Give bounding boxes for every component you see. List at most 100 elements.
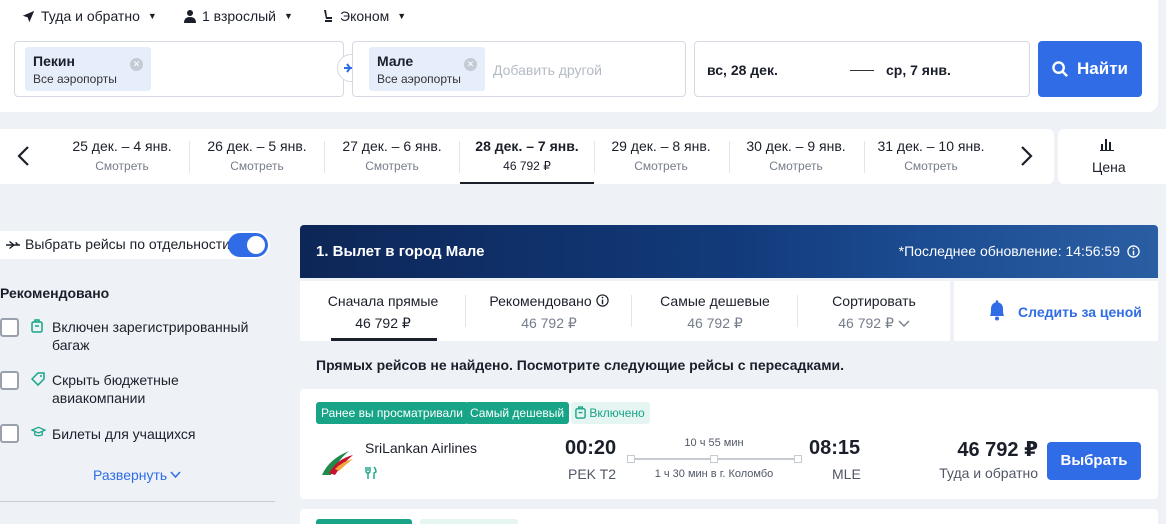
chevron-down-icon [170, 471, 181, 479]
date-sub: Смотреть [230, 159, 284, 173]
sort-dropdown[interactable]: Сортировать 46 792 ₽ [798, 281, 950, 341]
person-icon [184, 10, 196, 23]
passengers-dropdown[interactable]: 1 взрослый ▼ [184, 8, 293, 24]
date-option[interactable]: 25 дек. – 4 янв. Смотреть [55, 129, 189, 184]
date-option[interactable]: 27 дек. – 6 янв. Смотреть [325, 129, 459, 184]
date-sub: Смотреть [769, 159, 823, 173]
dates-field[interactable]: вс, 28 дек. ср, 7 янв. [694, 41, 1030, 97]
origin-field[interactable]: Пекин Все аэропорты ✕ [14, 41, 344, 97]
filters-sidebar: Выбрать рейсы по отдельности Рекомендова… [0, 222, 280, 522]
sort-tab-price: 46 792 ₽ [838, 315, 894, 331]
date-sub: Смотреть [904, 159, 958, 173]
chevron-down-icon [898, 320, 910, 327]
search-icon [1052, 60, 1068, 77]
date-sub: Смотреть [95, 159, 149, 173]
graduation-cap-icon [31, 426, 46, 437]
destination-field[interactable]: Мале Все аэропорты ✕ Добавить другой [352, 41, 686, 97]
chevron-down-icon: ▼ [284, 11, 293, 21]
chevron-down-icon: ▼ [397, 11, 407, 21]
filter-checked-baggage[interactable]: Включен зарегистрированный багаж [52, 318, 248, 354]
date-range: 25 дек. – 4 янв. [72, 138, 172, 154]
cabin-dropdown[interactable]: Эконом ▼ [322, 8, 406, 24]
separate-flights-row: Выбрать рейсы по отдельности [0, 231, 270, 259]
filter-students[interactable]: Билеты для учащихся [52, 425, 196, 443]
trip-type-dropdown[interactable]: Туда и обратно ▼ [22, 8, 157, 24]
sort-tab-direct-first[interactable]: Сначала прямые 46 792 ₽ [300, 281, 466, 341]
filter-label: Скрыть бюджетные [52, 372, 179, 388]
return-date[interactable]: ср, 7 янв. [886, 62, 951, 78]
destination-airports: Все аэропорты [377, 72, 461, 86]
meal-icon [365, 466, 377, 479]
origin-chip[interactable]: Пекин Все аэропорты ✕ [25, 47, 151, 91]
tag-included: Включено [571, 402, 650, 424]
tag-cheapest: Самый дешевый [465, 402, 570, 424]
price-chart-button[interactable]: Цена [1058, 129, 1166, 184]
filter-label: Включен зарегистрированный [52, 319, 249, 335]
info-icon[interactable] [1127, 245, 1140, 258]
remove-origin-icon[interactable]: ✕ [130, 58, 143, 71]
passengers-label: 1 взрослый [202, 8, 276, 24]
next-flight-card[interactable] [300, 509, 1158, 524]
add-another-input[interactable]: Добавить другой [493, 62, 602, 78]
date-option[interactable]: 31 дек. – 10 янв. Смотреть [864, 129, 998, 184]
find-button[interactable]: Найти [1038, 41, 1142, 97]
flight-price: 46 792 ₽ [957, 439, 1038, 461]
plane-icon [6, 240, 20, 250]
date-option[interactable]: 29 дек. – 8 янв. Смотреть [594, 129, 728, 184]
bar-chart-icon [1100, 139, 1114, 151]
checkbox-students[interactable] [0, 424, 19, 443]
srilankan-logo-icon [322, 451, 353, 475]
price-alert-button[interactable]: Следить за ценой [954, 281, 1158, 341]
sort-tab-label-row: Рекомендовано [466, 293, 632, 309]
date-range: 27 дек. – 6 янв. [342, 138, 442, 154]
depart-airport: PEK T2 [568, 466, 616, 482]
sort-tab-cheapest[interactable]: Самые дешевые 46 792 ₽ [632, 281, 798, 341]
date-option[interactable]: 26 дек. – 5 янв. Смотреть [190, 129, 324, 184]
destination-chip[interactable]: Мале Все аэропорты ✕ [369, 47, 485, 91]
trip-type-label: Туда и обратно [41, 8, 140, 24]
sort-tab-recommended[interactable]: Рекомендовано 46 792 ₽ [466, 281, 632, 341]
bell-icon [990, 300, 1004, 321]
checkbox-checked-baggage[interactable] [0, 318, 19, 337]
seat-icon [324, 10, 332, 22]
search-options: Туда и обратно ▼ 1 взрослый ▼ Эконом ▼ [22, 8, 422, 26]
date-sub: Смотреть [365, 159, 419, 173]
date-sub: Смотреть [634, 159, 688, 173]
info-icon[interactable] [595, 294, 609, 307]
flight-card[interactable]: Ранее вы просматривали Самый дешевый Вкл… [300, 389, 1158, 499]
checkbox-hide-budget[interactable] [0, 371, 19, 390]
origin-airports: Все аэропорты [33, 72, 117, 86]
toggle-knob [247, 236, 265, 254]
expand-filters-link[interactable]: Развернуть [93, 467, 181, 483]
date-strip: 25 дек. – 4 янв. Смотреть 26 дек. – 5 янв… [0, 129, 1054, 184]
select-label: Выбрать [1060, 452, 1128, 469]
sort-tab-label: Рекомендовано [489, 293, 592, 309]
section-title: 1. Вылет в город Мале [316, 243, 485, 260]
depart-time: 00:20 [565, 437, 617, 459]
remove-destination-icon[interactable]: ✕ [464, 58, 477, 71]
divider [0, 501, 275, 502]
sort-tab-price: 46 792 ₽ [355, 315, 411, 331]
luggage-icon [31, 319, 43, 333]
no-direct-message: Прямых рейсов не найдено. Посмотрите сле… [316, 357, 845, 373]
date-option[interactable]: 30 дек. – 9 янв. Смотреть [729, 129, 863, 184]
find-label: Найти [1077, 59, 1128, 78]
date-next-button[interactable] [1018, 145, 1034, 170]
date-price: 46 792 ₽ [503, 159, 551, 173]
date-range: 29 дек. – 8 янв. [611, 138, 711, 154]
tag-included-label: Включено [589, 406, 645, 420]
destination-city: Мале [377, 53, 414, 69]
select-flight-button[interactable]: Выбрать [1047, 442, 1141, 480]
filter-hide-budget[interactable]: Скрыть бюджетные авиакомпании [52, 371, 179, 407]
tag-previously-viewed: Ранее вы просматривали [316, 402, 468, 424]
chevron-left-icon [17, 146, 29, 166]
sort-tab-label: Самые дешевые [660, 293, 770, 309]
tag-partial [420, 519, 518, 524]
depart-date[interactable]: вс, 28 дек. [707, 62, 778, 78]
date-option-selected[interactable]: 28 дек. – 7 янв. 46 792 ₽ [460, 129, 594, 184]
separate-flights-toggle[interactable] [228, 233, 268, 257]
arrive-airport: MLE [832, 466, 861, 482]
sort-tab-label: Сортировать [832, 293, 916, 309]
date-prev-button[interactable] [16, 145, 32, 170]
cabin-label: Эконом [340, 8, 390, 24]
